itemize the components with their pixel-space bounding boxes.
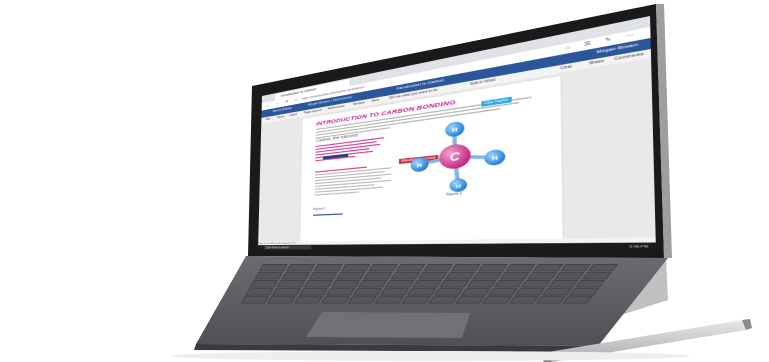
ribbon-tab[interactable]: View: [371, 98, 379, 103]
ribbon-tab[interactable]: Home: [277, 115, 285, 120]
ribbon-tab[interactable]: File: [266, 117, 271, 121]
taskbar-clock[interactable]: 3:36 PM: [629, 243, 648, 249]
laptop-scene: Introduction to Carbon ← → ⟳ ⌂ https://o…: [170, 4, 752, 362]
caption-rule: [313, 213, 343, 216]
h-label: H: [417, 161, 422, 169]
h-label: H: [452, 126, 458, 134]
taskbar-search[interactable]: Type here to search: [263, 245, 312, 250]
carbon-label: C: [450, 150, 461, 164]
ribbon-action[interactable]: Chat: [560, 64, 571, 70]
body-paragraph: [314, 164, 392, 197]
h-label: H: [456, 183, 462, 189]
ribbon-tab[interactable]: Insert: [290, 113, 297, 118]
h-label: H: [492, 154, 498, 162]
tablet-screen: Introduction to Carbon ← → ⟳ ⌂ https://o…: [257, 15, 656, 250]
methane-molecule: C H H H H: [410, 120, 506, 193]
figure-2-caption: Figure 2: [313, 207, 326, 212]
